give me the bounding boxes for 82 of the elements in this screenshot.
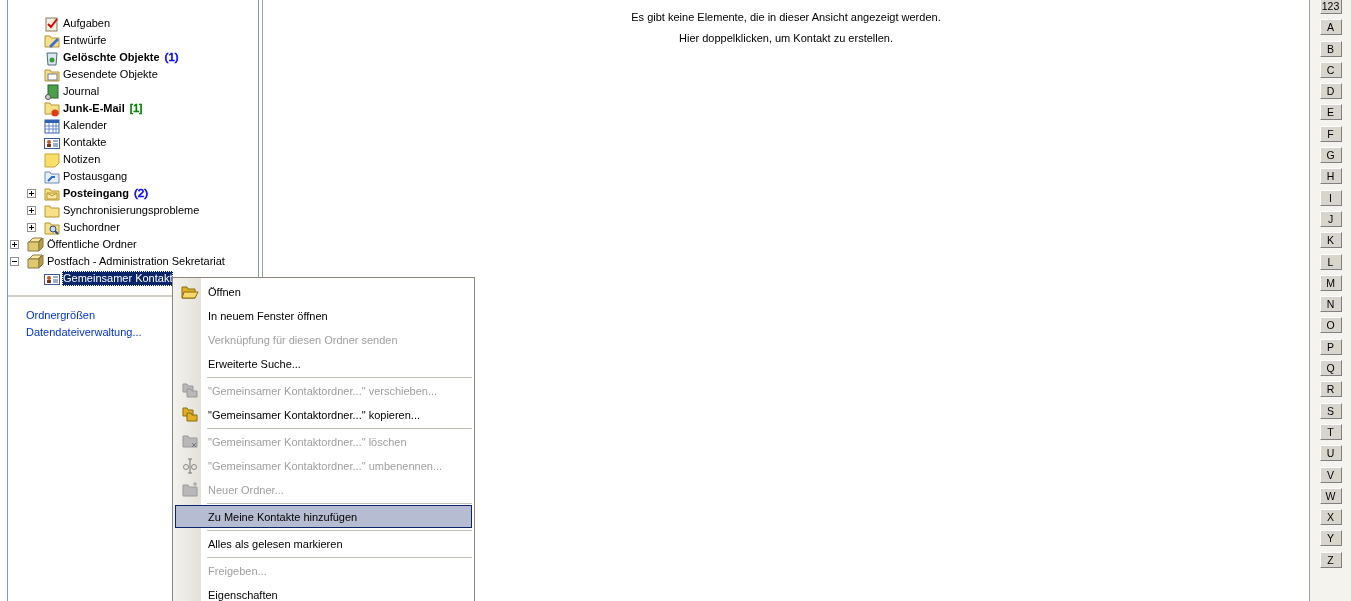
folder-envelope-icon [44,66,60,83]
folder-prohibited-icon [44,100,60,117]
index-letter-button[interactable]: J [1319,210,1342,227]
folder-x-icon [182,434,198,449]
index-letter-button[interactable]: U [1319,445,1342,462]
index-letter-button[interactable]: I [1319,189,1342,206]
unread-count: (2) [134,186,149,201]
index-letter-button[interactable]: P [1319,338,1342,355]
expand-button[interactable] [27,189,36,198]
index-letter-button[interactable]: A [1319,19,1342,36]
folder-label[interactable]: Suchordner [62,220,121,235]
index-letter-button[interactable]: L [1319,253,1342,270]
folder-envelope-icon [44,185,60,202]
folder-arrow-icon [44,168,60,185]
index-letter-button[interactable]: T [1319,423,1342,440]
folder-label[interactable]: Gelöschte Objekte [62,50,161,65]
folder-label[interactable]: Aufgaben [62,16,112,31]
empty-view-hint: Hier doppelklicken, um Kontakt zu erstellen. [679,32,893,44]
pane-link[interactable]: Ordnergrößen [26,309,96,321]
folder-pencil-icon [44,32,60,49]
index-letter-button[interactable]: Z [1319,551,1342,568]
folder-label[interactable]: Posteingang [62,186,130,201]
folder-magnifier-icon [44,219,60,236]
folders-icon [182,383,198,398]
index-letter-button[interactable]: Q [1319,360,1342,377]
contact-card-icon [44,135,60,150]
contact-card-icon [44,271,60,286]
folder-label[interactable]: Journal [62,84,101,99]
unread-count: (1) [164,50,179,65]
menu-item[interactable]: Alles als gelesen markieren [175,532,472,555]
index-letter-button[interactable]: H [1319,168,1342,185]
menu-item[interactable]: Eigenschaften [175,583,472,601]
index-letter-button[interactable]: 123 [1319,0,1342,14]
folder-label[interactable]: Gesendete Objekte [62,67,159,82]
open-folder-icon [181,283,199,300]
index-letter-button[interactable]: O [1319,317,1342,334]
index-letter-button[interactable]: R [1319,381,1342,398]
menu-item[interactable]: Zu Meine Kontakte hinzufügen [175,505,472,528]
folder-sparkle-icon [182,482,198,497]
trash-can-icon [44,49,60,66]
index-letter-button[interactable]: K [1319,232,1342,249]
collapse-button[interactable] [10,257,19,266]
expand-button[interactable] [10,240,19,249]
menu-item[interactable]: In neuem Fenster öffnen [175,304,472,327]
folder-label[interactable]: Gemeinsamer Kontakt [62,271,174,286]
index-letter-button[interactable]: W [1319,487,1342,504]
folder-label[interactable]: Postfach - Administration Sekretariat [46,254,226,269]
index-letter-button[interactable]: F [1319,125,1342,142]
menu-item[interactable]: Öffnen [175,280,472,303]
folders-icon [182,407,198,422]
index-letter-button[interactable]: G [1319,147,1342,164]
folder-label[interactable]: Entwürfe [62,33,108,48]
menu-item[interactable]: "Gemeinsamer Kontaktordner..." kopieren... [175,403,472,426]
index-letter-button[interactable]: N [1319,296,1342,313]
folder-label[interactable]: Öffentliche Ordner [46,237,138,252]
index-letter-button[interactable]: V [1319,466,1342,483]
index-letter-button[interactable]: X [1319,509,1342,526]
index-letter-button[interactable]: B [1319,40,1342,57]
folder-label[interactable]: Junk-E-Mail [62,101,126,116]
folder-label[interactable]: Postausgang [62,169,129,184]
empty-view-message: Es gibt keine Elemente, die in dieser Ansicht angezeigt werden. [631,11,941,23]
calendar-icon [44,117,60,134]
index-letter-button[interactable]: S [1319,402,1342,419]
folder-label[interactable]: Synchronisierungsprobleme [62,203,201,218]
index-letter-button[interactable]: C [1319,61,1342,78]
folder-label[interactable]: Kalender [62,118,109,133]
expand-button[interactable] [27,206,36,215]
index-letter-button[interactable]: D [1319,83,1342,100]
index-letter-button[interactable]: Y [1319,530,1342,547]
sticky-note-icon [44,151,60,168]
folder-label[interactable]: Notizen [62,152,102,167]
index-letter-button[interactable]: M [1319,274,1342,291]
book-icon [44,83,60,100]
expand-button[interactable] [27,223,36,232]
pane-link[interactable]: Datendateiverwaltung... [26,326,142,338]
folder-label[interactable]: Kontakte [62,135,108,150]
unread-count: [1] [129,101,143,116]
text-cursor-icon [182,457,198,474]
clipboard-check-icon [44,15,60,32]
folder-icon [44,203,60,218]
menu-item[interactable]: Erweiterte Suche... [175,352,472,375]
index-letter-button[interactable]: E [1319,104,1342,121]
